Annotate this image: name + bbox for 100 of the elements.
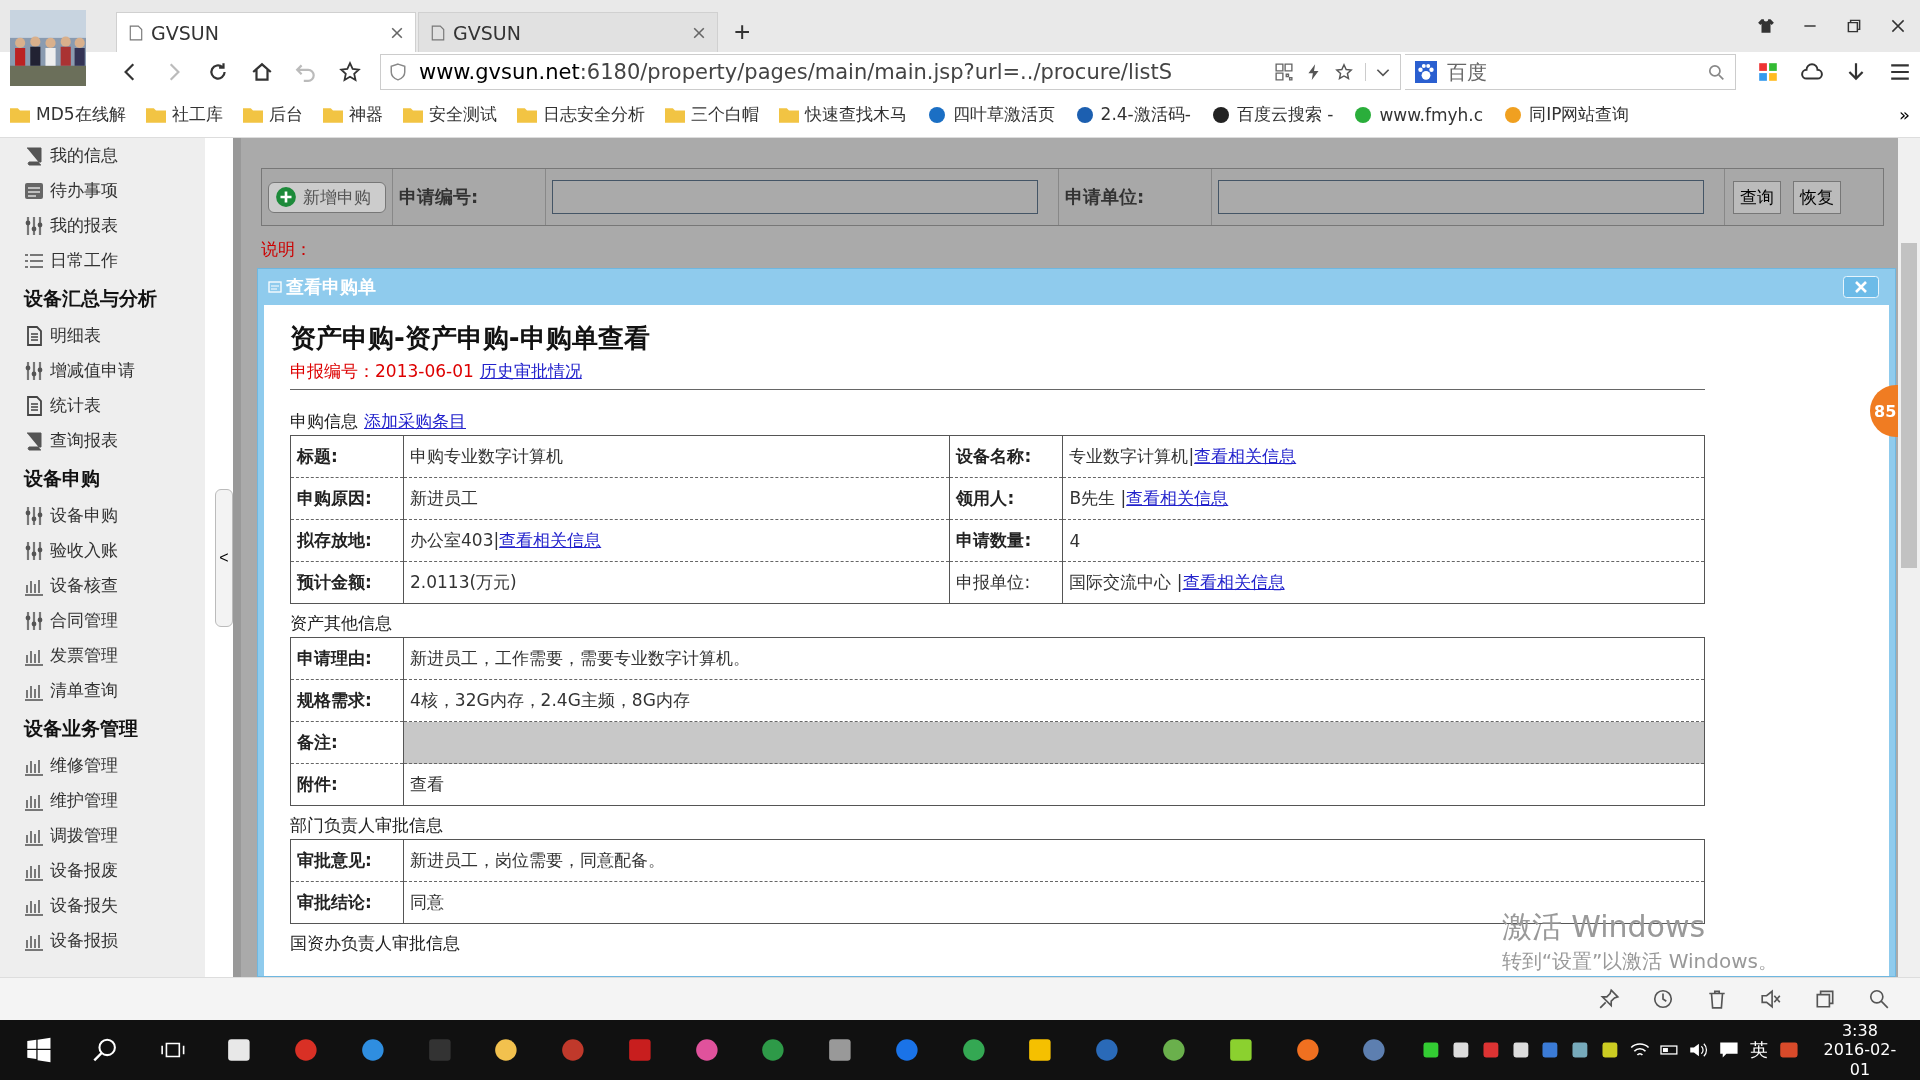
collapse-handle[interactable]: < (215, 488, 233, 627)
sidebar-item[interactable]: 清单查询 (24, 673, 205, 708)
sidebar-item[interactable]: 维修管理 (24, 748, 205, 783)
page-icon (431, 24, 445, 41)
related-info-link[interactable]: 查看相关信息 (1126, 488, 1229, 508)
tray-icon[interactable] (1450, 1040, 1471, 1060)
sidebar-item[interactable]: 维护管理 (24, 783, 205, 818)
sidebar-item[interactable]: 设备报损 (24, 923, 205, 958)
window-icon[interactable] (1814, 988, 1836, 1010)
add-item-link[interactable]: 添加采购条目 (364, 410, 466, 433)
bookmark[interactable]: 神器 (322, 103, 383, 126)
sidebar-item[interactable]: 发票管理 (24, 638, 205, 673)
site-icon (1210, 105, 1231, 124)
sidebar-item[interactable]: 日常工作 (24, 243, 205, 278)
sidebar-item[interactable]: 查询报表 (24, 423, 205, 458)
filter-button[interactable]: 恢复 (1793, 180, 1841, 214)
maximize-icon[interactable] (1845, 17, 1863, 35)
sidebar-item[interactable]: 设备报失 (24, 888, 205, 923)
bookmark[interactable]: 同IP网站查询 (1503, 103, 1630, 126)
bookmark[interactable]: MD5在线解 (10, 103, 126, 126)
more-bookmarks[interactable]: » (1899, 104, 1910, 125)
sidebar-item[interactable]: 我的报表 (24, 208, 205, 243)
sidebar-item[interactable]: 待办事项 (24, 173, 205, 208)
tray-icon[interactable] (1599, 1040, 1620, 1060)
clock[interactable]: 3:38 2016-02-01 (1813, 1021, 1906, 1079)
sidebar-item[interactable]: 设备核查 (24, 568, 205, 603)
search-field[interactable]: 百度 (1405, 54, 1736, 90)
bookmark[interactable]: www.fmyh.c (1353, 104, 1484, 125)
tray-icon[interactable] (1570, 1040, 1590, 1060)
scrollbar[interactable] (1898, 138, 1920, 977)
table-cell: 4核，32G内存，2.4G主频，8G内存 (403, 679, 1705, 722)
pin-icon[interactable] (1598, 988, 1620, 1010)
filter-button[interactable]: 查询 (1733, 180, 1781, 214)
bookmark[interactable]: 四叶草激活页 (926, 103, 1055, 126)
related-info-link[interactable]: 查看相关信息 (1194, 446, 1297, 466)
shirt-icon[interactable] (1757, 17, 1775, 35)
browser-tab[interactable]: GVSUN (116, 12, 416, 52)
bookmark[interactable]: 百度云搜索 - (1210, 103, 1334, 126)
page-icon (129, 24, 143, 41)
address-field[interactable]: www.gvsun.net:6180/property/pages/main/main.jsp?url=../procure/listS (380, 54, 1401, 90)
star-icon[interactable] (339, 61, 361, 83)
message-icon[interactable] (1719, 1040, 1739, 1060)
sliders-icon (24, 505, 44, 526)
table-cell: 国际交流中心 | (1069, 572, 1183, 592)
input-field[interactable] (1218, 180, 1704, 214)
bookmark[interactable]: 三个白帽 (664, 103, 759, 126)
qr-code-icon[interactable] (1275, 63, 1293, 81)
search-icon[interactable] (1868, 988, 1890, 1010)
bookmark[interactable]: 快速查找木马 (778, 103, 907, 126)
close-icon[interactable] (693, 26, 705, 39)
related-info-link[interactable]: 查看相关信息 (1182, 572, 1285, 592)
table-cell: 申报单位: (949, 561, 1063, 604)
home-icon[interactable] (251, 61, 273, 83)
input-method[interactable]: 英 (1750, 1038, 1768, 1062)
page-heading: 资产申购-资产申购-申购单查看 (290, 322, 651, 355)
related-info-link[interactable]: 查看相关信息 (499, 530, 602, 550)
folder-icon (664, 105, 685, 124)
sidebar-item[interactable]: 设备申购 (24, 498, 205, 533)
input-field[interactable] (552, 180, 1038, 214)
new-tab-button[interactable]: + (720, 12, 765, 52)
trash-icon[interactable] (1706, 988, 1728, 1010)
close-icon[interactable] (1889, 17, 1907, 35)
reload-icon[interactable] (207, 61, 229, 83)
sidebar-item[interactable]: 设备报废 (24, 853, 205, 888)
bookmark[interactable]: 日志安全分析 (516, 103, 645, 126)
section-title: 资产其他信息 (290, 612, 392, 635)
add-request-button[interactable]: 新增申购 (268, 181, 386, 213)
table-cell: 专业数字计算机| (1069, 446, 1195, 466)
table-cell: 规格需求: (290, 679, 404, 722)
tray-icon[interactable] (1510, 1040, 1531, 1060)
note-label: 说明： (261, 238, 313, 261)
star-icon[interactable] (1335, 63, 1353, 81)
tray-icon[interactable] (1421, 1040, 1441, 1060)
sidebar-item[interactable]: 增减值申请 (24, 353, 205, 388)
table-cell: 附件: (290, 763, 404, 806)
bookmark[interactable]: 2.4-激活码- (1074, 103, 1191, 126)
chevron-down-icon[interactable] (1365, 63, 1392, 81)
history-link[interactable]: 历史审批情况 (479, 360, 582, 383)
cloud-icon[interactable] (1801, 61, 1823, 83)
close-icon[interactable] (391, 26, 403, 39)
sidebar-item[interactable]: 明细表 (24, 318, 205, 353)
sidebar-item[interactable]: 验收入账 (24, 533, 205, 568)
bookmark[interactable]: 后台 (242, 103, 303, 126)
menu-icon[interactable] (1889, 61, 1911, 83)
bookmark[interactable]: 安全测试 (402, 103, 497, 126)
plus-circle-icon (275, 186, 297, 208)
speaker-muted-icon[interactable] (1760, 988, 1782, 1010)
folder-icon (145, 105, 166, 124)
browser-tab[interactable]: GVSUN (418, 12, 718, 52)
table-cell: 审批结论: (290, 881, 404, 924)
sidebar-item[interactable]: 调拨管理 (24, 818, 205, 853)
apps-grid-icon[interactable] (1757, 61, 1779, 83)
sliders-icon (24, 215, 44, 236)
sidebar-item[interactable]: 统计表 (24, 388, 205, 423)
clock-icon[interactable] (1652, 988, 1674, 1010)
sidebar-item[interactable]: 我的信息 (24, 138, 205, 173)
bookmark[interactable]: 社工库 (145, 103, 223, 126)
sidebar-item[interactable]: 合同管理 (24, 603, 205, 638)
book-icon (24, 145, 44, 166)
paw-icon (1415, 61, 1437, 83)
